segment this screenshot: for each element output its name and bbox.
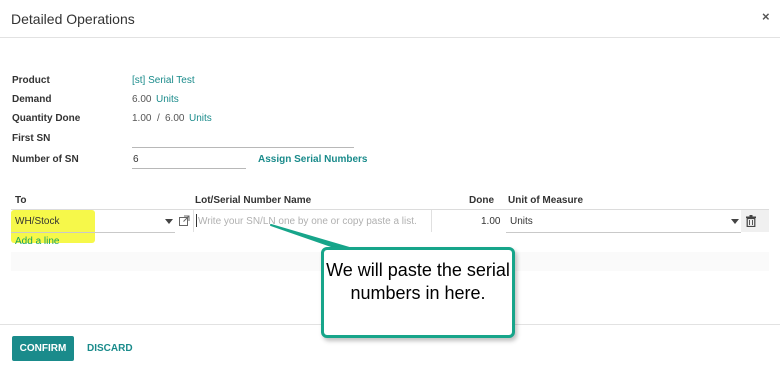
trash-icon[interactable] [746,215,756,227]
dropdown-caret-icon[interactable] [731,219,739,224]
number-of-sn-field[interactable]: 6 [133,154,243,168]
column-header-done: Done [469,195,494,206]
quantity-done-label: Quantity Done [12,113,81,124]
quantity-done-total: 6.00 [165,113,185,124]
discard-button[interactable]: DISCARD [87,343,133,354]
product-label: Product [12,75,50,86]
column-header-lot: Lot/Serial Number Name [195,195,312,206]
first-sn-label: First SN [12,133,51,144]
dialog-title: Detailed Operations [11,11,135,27]
text-cursor [196,214,197,227]
cell-divider [431,210,432,232]
demand-value: 6.00 [132,94,152,105]
external-link-icon[interactable] [179,215,190,226]
quantity-done-value: 1.00 [132,113,152,124]
demand-label: Demand [12,94,52,105]
done-quantity-field[interactable]: 1.00 [481,216,500,227]
location-select[interactable]: WH/Stock [15,216,59,227]
quantity-done-unit: Units [189,113,212,124]
product-link[interactable]: [st] Serial Test [132,75,195,86]
cell-divider [193,210,194,232]
first-sn-underline [132,147,354,148]
add-line-link[interactable]: Add a line [15,236,59,247]
location-underline [11,232,175,233]
assign-serial-numbers-link[interactable]: Assign Serial Numbers [258,154,367,165]
uom-underline [506,232,741,233]
close-icon[interactable]: × [762,9,770,24]
uom-select[interactable]: Units [510,216,533,227]
first-sn-field[interactable] [132,132,352,146]
confirm-button[interactable]: CONFIRM [12,336,74,361]
header-divider [0,37,780,38]
annotation-callout: We will paste the serial numbers in here… [321,247,515,338]
demand-unit: Units [156,94,179,105]
column-header-to: To [15,195,27,206]
table-row: WH/Stock Write your SN/LN one by one or … [11,210,769,233]
quantity-done-separator: / [157,113,160,124]
number-of-sn-label: Number of SN [12,154,79,165]
number-of-sn-underline [132,168,246,169]
column-header-uom: Unit of Measure [508,195,584,206]
dropdown-caret-icon[interactable] [165,219,173,224]
